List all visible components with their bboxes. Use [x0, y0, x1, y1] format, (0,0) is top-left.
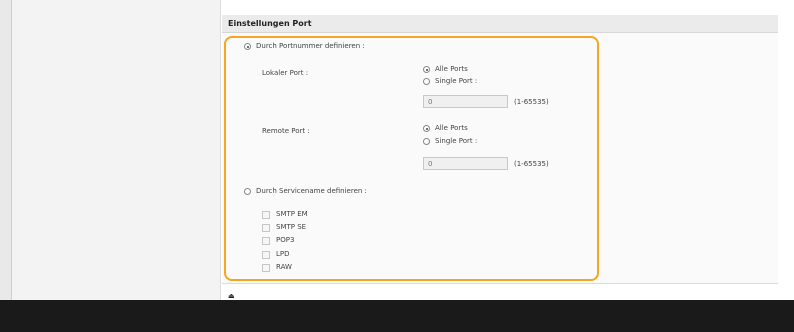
local-all-ports-radio[interactable] [423, 66, 430, 73]
port-number-radio[interactable] [244, 43, 251, 50]
local-single-port-radio[interactable] [423, 78, 430, 85]
side-gutter [12, 0, 221, 300]
service-checkbox-lpd[interactable] [262, 251, 270, 259]
remote-single-port-radio[interactable] [423, 138, 430, 145]
bottom-bar [0, 300, 794, 332]
service-label-lpd: LPD [276, 250, 290, 258]
service-checkbox-smtp-em[interactable] [262, 211, 270, 219]
local-single-port-label: Single Port : [435, 77, 478, 85]
service-label-raw: RAW [276, 263, 292, 271]
service-label-smtp-se: SMTP SE [276, 223, 307, 231]
remote-single-port-label: Single Port : [435, 137, 478, 145]
service-checkbox-pop3[interactable] [262, 237, 270, 245]
remote-port-range: (1-65535) [514, 160, 549, 168]
service-label-smtp-em: SMTP EM [276, 210, 308, 218]
remote-all-ports-label: Alle Ports [435, 124, 468, 132]
local-port-input[interactable]: 0 [423, 95, 508, 108]
service-name-label: Durch Servicename definieren : [256, 187, 367, 195]
service-label-pop3: POP3 [276, 236, 295, 244]
local-port-label: Lokaler Port : [262, 69, 309, 77]
service-checkbox-smtp-se[interactable] [262, 224, 270, 232]
service-name-radio[interactable] [244, 188, 251, 195]
port-number-label: Durch Portnummer definieren : [256, 42, 365, 50]
remote-port-input[interactable]: 0 [423, 157, 508, 170]
remote-all-ports-radio[interactable] [423, 125, 430, 132]
remote-port-label: Remote Port : [262, 127, 310, 135]
service-checkbox-raw[interactable] [262, 264, 270, 272]
section-title: Einstellungen Port [222, 15, 778, 33]
local-all-ports-label: Alle Ports [435, 65, 468, 73]
left-margin [0, 0, 12, 300]
local-port-range: (1-65535) [514, 98, 549, 106]
scroll-to-top-icon[interactable]: ⏏ [228, 292, 235, 300]
